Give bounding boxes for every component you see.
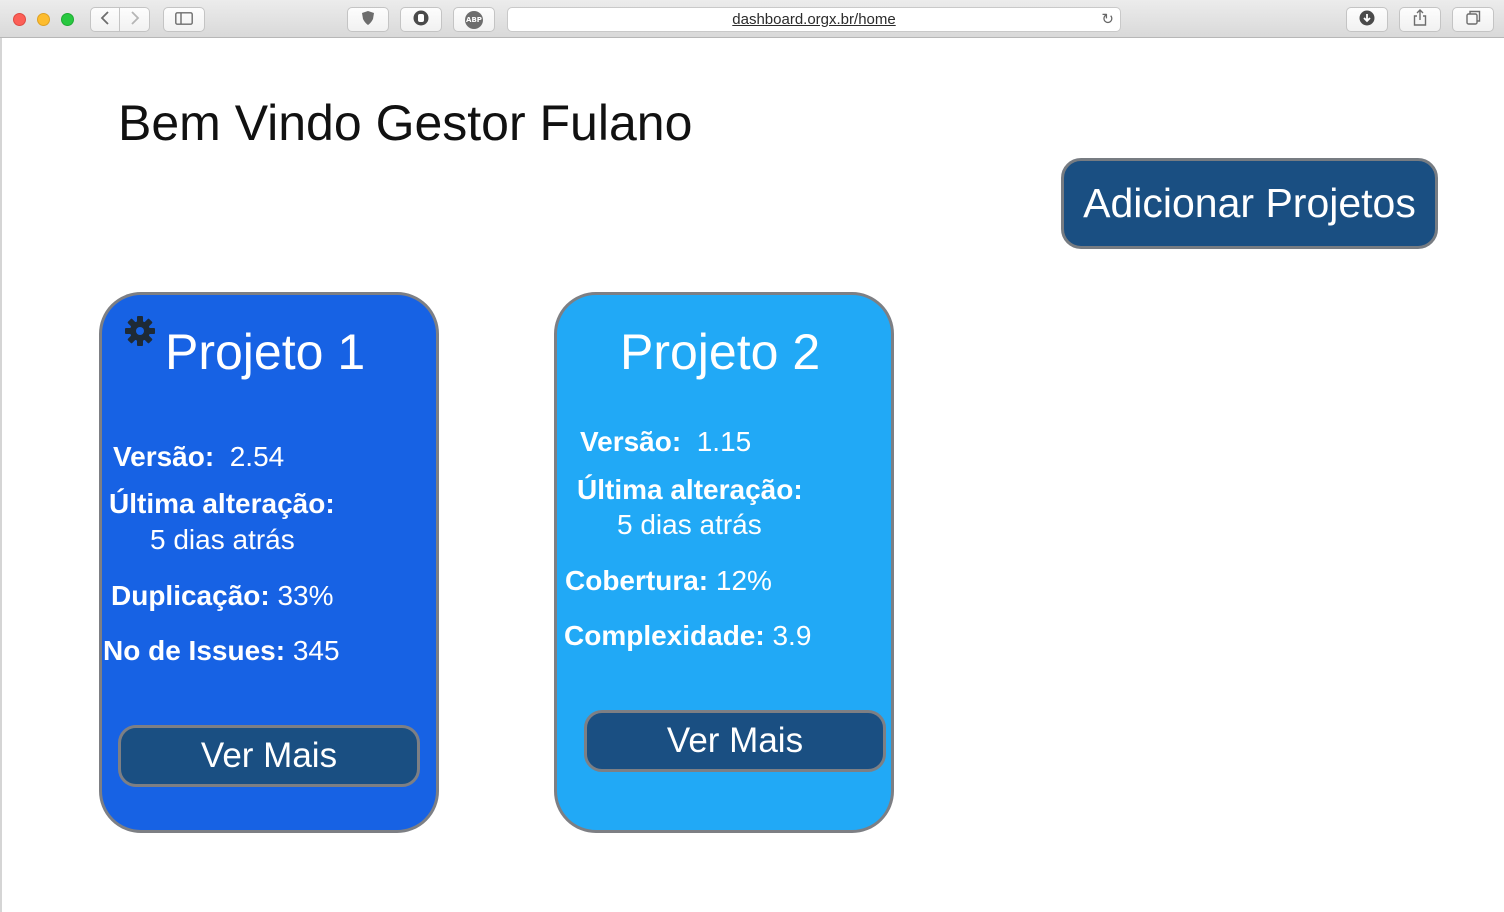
- extension-hand-button[interactable]: [400, 7, 442, 32]
- sidebar-button[interactable]: [163, 7, 205, 32]
- version-value: 1.15: [696, 426, 752, 457]
- last-change-label: Última alteração:: [109, 488, 335, 519]
- adblock-button[interactable]: ABP: [453, 7, 495, 32]
- page-title: Bem Vindo Gestor Fulano: [118, 95, 693, 151]
- forward-button[interactable]: [120, 7, 150, 32]
- version-value: 2.54: [229, 441, 285, 472]
- complexity-label: Complexidade:: [564, 620, 765, 651]
- abp-icon: ABP: [465, 10, 483, 29]
- browser-toolbar: ABP dashboard.orgx.br/home ↻: [0, 0, 1504, 38]
- last-change-label: Última alteração:: [577, 474, 803, 505]
- complexity-row: Complexidade: 3.9: [564, 620, 811, 652]
- project-title: Projeto 1: [165, 324, 366, 380]
- window-edge: [0, 38, 2, 912]
- extension-shield-button[interactable]: [347, 7, 389, 32]
- version-row: Versão: 1.15: [580, 426, 751, 458]
- issues-value: 345: [292, 635, 340, 666]
- ver-mais-button[interactable]: Ver Mais: [584, 710, 886, 772]
- back-button[interactable]: [90, 7, 120, 32]
- zoom-window-button[interactable]: [61, 13, 74, 26]
- project-card-2: Projeto 2 Versão: 1.15 Última alteração:…: [554, 292, 894, 833]
- minimize-window-button[interactable]: [37, 13, 50, 26]
- sidebar-icon: [175, 10, 193, 29]
- url-text: dashboard.orgx.br/home: [732, 11, 896, 28]
- close-window-button[interactable]: [13, 13, 26, 26]
- downloads-button[interactable]: [1346, 7, 1388, 32]
- forward-icon: [130, 10, 140, 29]
- shield-icon: [361, 10, 375, 30]
- duplication-value: 33%: [277, 580, 334, 611]
- share-icon: [1413, 9, 1427, 30]
- coverage-row: Cobertura: 12%: [565, 565, 772, 597]
- tabs-button[interactable]: [1452, 7, 1494, 32]
- complexity-value: 3.9: [772, 620, 812, 651]
- ver-mais-button[interactable]: Ver Mais: [118, 725, 420, 787]
- back-icon: [100, 10, 110, 29]
- coverage-label: Cobertura:: [565, 565, 709, 596]
- project-card-1: Projeto 1 Versão: 2.54 Última alteração:…: [99, 292, 439, 833]
- coverage-value: 12%: [715, 565, 772, 596]
- hand-icon: [413, 10, 429, 30]
- address-bar[interactable]: dashboard.orgx.br/home ↻: [507, 7, 1121, 32]
- share-button[interactable]: [1399, 7, 1441, 32]
- duplication-row: Duplicação: 33%: [111, 580, 334, 612]
- add-projects-button[interactable]: Adicionar Projetos: [1061, 158, 1438, 249]
- download-icon: [1359, 10, 1375, 30]
- version-label: Versão:: [113, 441, 215, 472]
- gear-icon[interactable]: [124, 315, 156, 347]
- duplication-label: Duplicação:: [111, 580, 270, 611]
- version-label: Versão:: [580, 426, 682, 457]
- reload-icon[interactable]: ↻: [1101, 10, 1114, 28]
- last-change-value: 5 dias atrás: [617, 509, 762, 540]
- version-row: Versão: 2.54: [113, 441, 284, 473]
- last-change-value: 5 dias atrás: [150, 524, 295, 555]
- issues-label: No de Issues:: [103, 635, 286, 666]
- project-title: Projeto 2: [620, 324, 821, 380]
- issues-row: No de Issues: 345: [103, 635, 340, 667]
- tabs-icon: [1465, 10, 1481, 29]
